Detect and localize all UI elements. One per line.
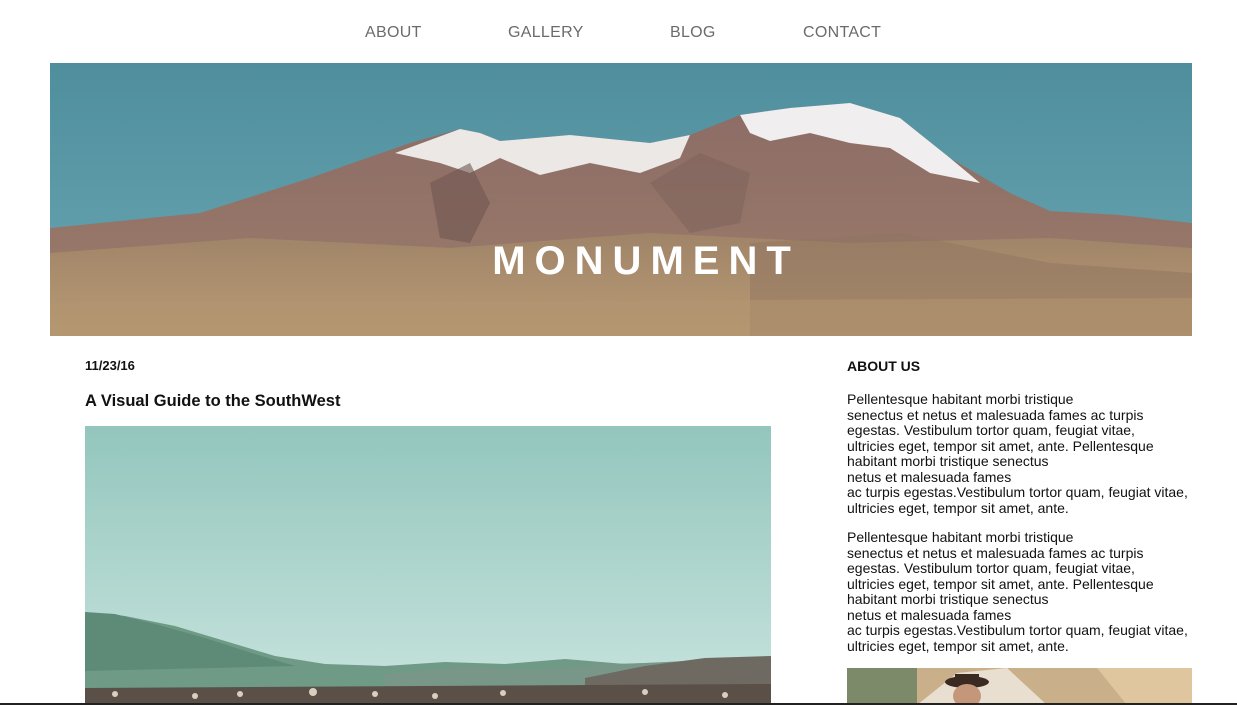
nav-link-contact[interactable]: CONTACT bbox=[803, 24, 881, 42]
person-portrait-image bbox=[847, 668, 1192, 705]
post-featured-image[interactable] bbox=[85, 426, 771, 705]
about-us-heading: ABOUT US bbox=[847, 358, 921, 374]
nav-link-gallery[interactable]: GALLERY bbox=[508, 24, 584, 42]
post-title[interactable]: A Visual Guide to the SouthWest bbox=[85, 392, 340, 411]
nav-link-blog[interactable]: BLOG bbox=[670, 24, 716, 42]
top-navigation: ABOUT GALLERY BLOG CONTACT bbox=[0, 0, 1237, 63]
nav-link-about[interactable]: ABOUT bbox=[365, 24, 422, 42]
hero-mountain-image bbox=[50, 63, 1192, 336]
hero-banner: MONUMENT bbox=[50, 63, 1192, 336]
about-paragraph-2: Pellentesque habitant morbi tristique se… bbox=[847, 529, 1188, 654]
sidebar-image[interactable] bbox=[847, 668, 1192, 705]
about-paragraph-1: Pellentesque habitant morbi tristique se… bbox=[847, 391, 1188, 516]
desert-landscape-image bbox=[85, 426, 771, 705]
post-date: 11/23/16 bbox=[85, 358, 135, 373]
hero-title: MONUMENT bbox=[492, 239, 800, 283]
